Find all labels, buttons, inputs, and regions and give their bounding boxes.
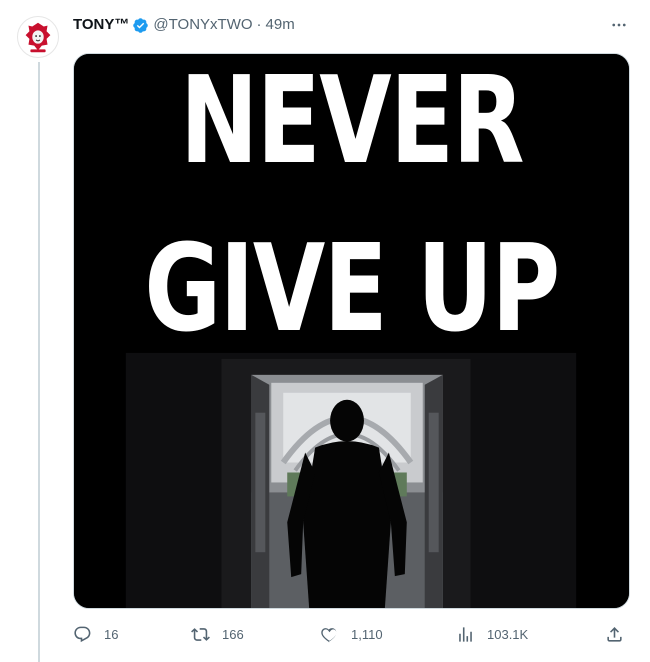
retweet-icon [191,627,210,641]
verified-badge-icon [133,17,149,33]
user-handle[interactable]: @TONYxTWO [153,15,252,35]
media-headline-line2: GIVE UP [144,220,560,359]
separator: · [256,16,262,33]
reply-icon [74,626,91,642]
tweet-media[interactable]: NEVER GIVE UP [73,53,630,609]
like-button[interactable]: 1,110 [320,622,383,646]
media-headline-line1: NEVER [180,53,524,191]
like-icon [321,627,337,642]
display-name[interactable]: TONY™ [73,15,129,35]
lion-logo-icon [18,17,58,57]
retweet-button[interactable]: 166 [191,622,244,646]
more-icon[interactable] [608,14,630,36]
thread-line [38,62,40,662]
share-icon [607,626,622,642]
views-button[interactable]: 103.1K [456,622,528,646]
reply-button[interactable]: 16 [73,622,118,646]
share-button[interactable] [605,622,624,646]
views-count: 103.1K [487,626,529,642]
tweet-header: TONY™ @TONYxTWO · 49m [73,14,630,36]
views-icon [459,626,472,642]
retweet-count: 166 [222,626,244,642]
like-count: 1,110 [351,626,383,642]
reply-count: 16 [104,626,119,642]
avatar[interactable] [17,16,59,58]
timestamp[interactable]: 49m [266,15,295,35]
tweet-actions: 16 166 1,110 103.1K [73,622,630,646]
